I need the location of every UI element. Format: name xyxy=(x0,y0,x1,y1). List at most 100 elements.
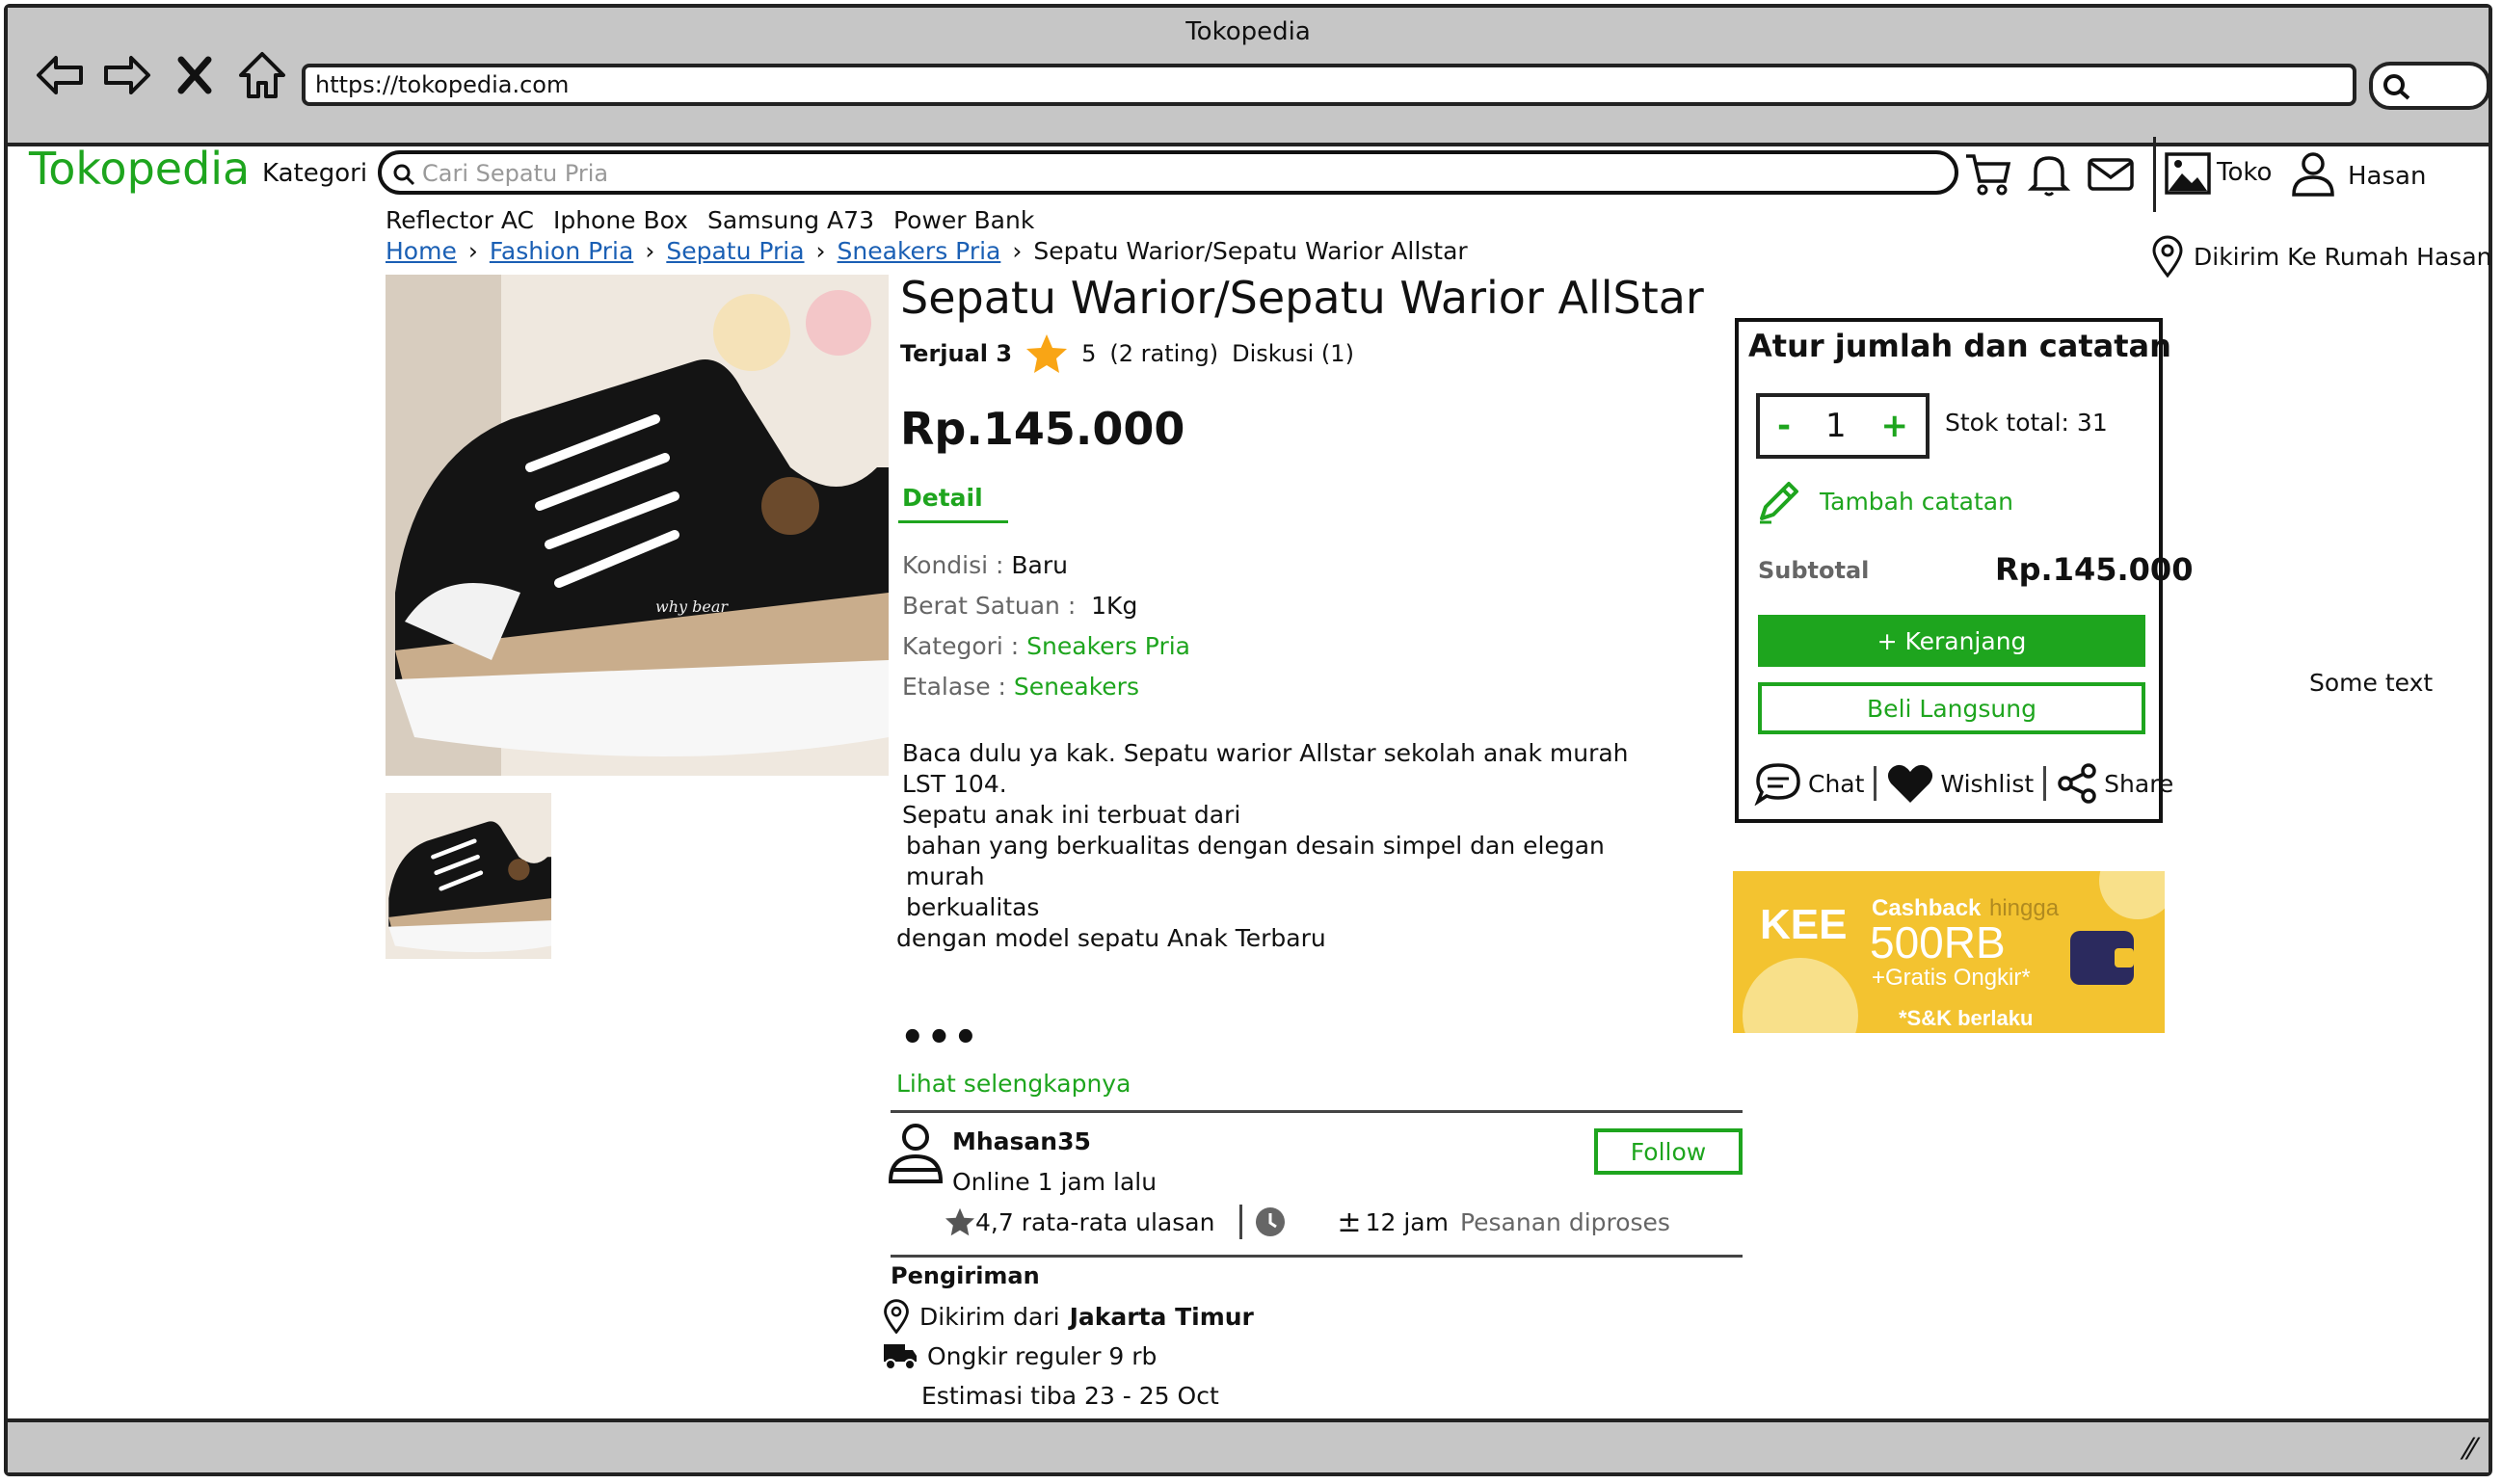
add-note-button[interactable]: Tambah catatan xyxy=(1756,478,2013,524)
divider xyxy=(891,1110,1743,1113)
stock-total: Stok total: 31 xyxy=(1945,409,2108,437)
rating-count[interactable]: (2 rating) xyxy=(1109,340,1218,367)
search-input[interactable]: Cari Sepatu Pria xyxy=(378,150,1958,195)
stat-divider xyxy=(1239,1205,1243,1239)
chevron-right-icon: › xyxy=(815,237,826,265)
close-icon[interactable] xyxy=(168,48,222,102)
shipping-title: Pengiriman xyxy=(891,1262,1040,1289)
breadcrumb-current: Sepatu Warior/Sepatu Warior Allstar xyxy=(1033,237,1468,265)
kondisi-row: Kondisi : Baru xyxy=(902,551,1068,579)
search-suggestions: Reflector AC Iphone Box Samsung A73 Powe… xyxy=(386,206,1034,234)
seller-name[interactable]: Mhasan35 xyxy=(952,1127,1091,1155)
plus-button[interactable]: + xyxy=(1881,407,1909,445)
promo-ongkir: +Gratis Ongkir* xyxy=(1872,965,2031,991)
sneaker-image: why bear xyxy=(386,275,889,776)
buy-now-button[interactable]: Beli Langsung xyxy=(1758,682,2145,734)
kategori-row: Kategori : Sneakers Pria xyxy=(902,632,1190,660)
user-icon[interactable] xyxy=(2288,148,2338,199)
chevron-right-icon: › xyxy=(467,237,478,265)
ship-from-row: Dikirim dari Jakarta Timur xyxy=(883,1299,1254,1334)
cart-icon[interactable] xyxy=(1962,148,2012,199)
add-to-cart-button[interactable]: + Keranjang xyxy=(1758,615,2145,667)
product-price: Rp.145.000 xyxy=(900,403,1185,455)
berat-value: 1Kg xyxy=(1091,592,1138,620)
address-bar[interactable]: https://tokopedia.com xyxy=(302,64,2356,106)
lihat-selengkapnya-link[interactable]: Lihat selengkapnya xyxy=(896,1070,1131,1098)
location-pin-icon xyxy=(884,1299,909,1334)
promo-amount: 500RB xyxy=(1870,917,2006,967)
cart-card-title: Atur jumlah dan catatan xyxy=(1748,328,2171,364)
share-label[interactable]: Share xyxy=(2104,770,2173,798)
quantity-value[interactable]: 1 xyxy=(1825,407,1847,445)
process-label: Pesanan diproses xyxy=(1459,1207,1670,1236)
sold-count: Terjual 3 xyxy=(900,340,1013,367)
rating-value: 5 xyxy=(1081,340,1097,367)
clock-icon xyxy=(1256,1207,1286,1236)
chip[interactable]: Samsung A73 xyxy=(707,206,874,234)
diskusi-link[interactable]: Diskusi (1) xyxy=(1232,340,1354,367)
product-thumbnail[interactable] xyxy=(386,793,551,959)
eta-row: Estimasi tiba 23 - 25 Oct xyxy=(921,1382,1219,1410)
ship-from-label: Dikirim dari xyxy=(919,1302,1060,1331)
seller-avatar-icon[interactable] xyxy=(887,1122,945,1185)
chat-label[interactable]: Chat xyxy=(1808,770,1864,798)
promo-banner[interactable]: KEE Cashback hingga 500RB +Gratis Ongkir… xyxy=(1733,871,2165,1033)
more-dots: ••• xyxy=(900,1016,980,1060)
delivery-address[interactable]: Dikirim Ke Rumah Hasan xyxy=(2151,235,2492,278)
user-name[interactable]: Hasan xyxy=(2348,162,2426,191)
chip[interactable]: Iphone Box xyxy=(553,206,688,234)
seller-online: Online 1 jam lalu xyxy=(952,1168,1158,1196)
chevron-right-icon: › xyxy=(645,237,655,265)
divider xyxy=(891,1255,1743,1258)
breadcrumb-home[interactable]: Home xyxy=(386,237,457,265)
seller-rating: 4,7 rata-rata ulasan xyxy=(975,1207,1215,1236)
header-divider xyxy=(2153,137,2156,212)
kategori-link[interactable]: Sneakers Pria xyxy=(1026,632,1190,660)
wishlist-label[interactable]: Wishlist xyxy=(1940,770,2034,798)
kategori-menu[interactable]: Kategori xyxy=(262,159,367,188)
card-actions: Chat Wishlist Share xyxy=(1754,761,2173,806)
action-divider xyxy=(1874,766,1877,801)
heart-icon[interactable] xyxy=(1886,762,1934,805)
forward-icon[interactable] xyxy=(100,48,154,102)
browser-search-box[interactable] xyxy=(2369,62,2490,110)
status-bar: ⁄⁄ xyxy=(8,1418,2489,1472)
breadcrumb-sneakers-pria[interactable]: Sneakers Pria xyxy=(838,237,1001,265)
promo-brand: KEE xyxy=(1760,901,1847,948)
chat-icon[interactable] xyxy=(1754,761,1802,806)
plus-minus-icon: ± xyxy=(1337,1205,1362,1239)
product-main-image[interactable]: why bear xyxy=(386,275,889,776)
toko-label[interactable]: Toko xyxy=(2217,158,2272,187)
ongkir-row: Ongkir reguler 9 rb xyxy=(883,1341,1157,1370)
follow-button[interactable]: Follow xyxy=(1594,1128,1743,1175)
shoe-brand-text: why bear xyxy=(655,597,729,616)
star-icon xyxy=(1026,334,1068,373)
minus-button[interactable]: - xyxy=(1777,407,1791,445)
store-image-icon[interactable] xyxy=(2163,148,2213,199)
etalase-link[interactable]: Seneakers xyxy=(1014,673,1139,701)
product-title: Sepatu Warior/Sepatu Warior AllStar xyxy=(900,272,1704,324)
truck-icon xyxy=(884,1344,917,1370)
mail-icon[interactable] xyxy=(2086,148,2136,199)
tab-detail[interactable]: Detail xyxy=(902,484,983,512)
resize-grip-icon[interactable]: ⁄⁄ xyxy=(2465,1433,2475,1467)
star-icon xyxy=(945,1207,974,1236)
site-logo[interactable]: Tokopedia xyxy=(29,143,250,195)
side-text: Some text xyxy=(2309,669,2434,697)
action-divider xyxy=(2043,766,2047,801)
browser-chrome: Tokopedia https://tokopedia.com xyxy=(8,8,2490,146)
etalase-row: Etalase : Seneakers xyxy=(902,673,1139,701)
chevron-right-icon: › xyxy=(1012,237,1023,265)
breadcrumb-sepatu-pria[interactable]: Sepatu Pria xyxy=(666,237,804,265)
home-icon[interactable] xyxy=(235,48,289,102)
breadcrumb-fashion-pria[interactable]: Fashion Pria xyxy=(490,237,634,265)
chip[interactable]: Power Bank xyxy=(893,206,1034,234)
process-time: 12 jam xyxy=(1365,1207,1449,1236)
back-icon[interactable] xyxy=(33,48,87,102)
subtotal-value: Rp.145.000 xyxy=(1995,551,2194,588)
bell-icon[interactable] xyxy=(2024,148,2074,199)
chip[interactable]: Reflector AC xyxy=(386,206,534,234)
breadcrumb: Home › Fashion Pria › Sepatu Pria › Snea… xyxy=(386,237,1468,265)
share-icon[interactable] xyxy=(2056,762,2098,805)
quantity-stepper[interactable]: - 1 + xyxy=(1756,393,1930,459)
